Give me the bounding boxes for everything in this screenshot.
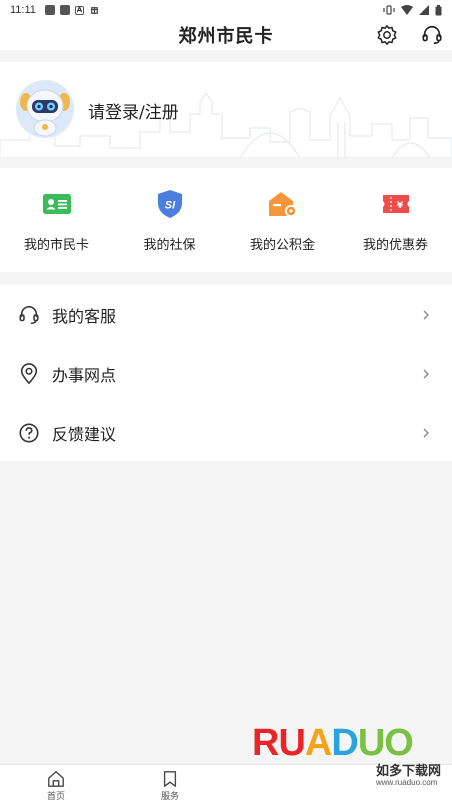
watermark-subtitle: 如多下载网: [376, 764, 442, 779]
gear-icon: [377, 25, 397, 45]
quick-actions: 我的市民卡 SI 我的社保 我的公积金 ¥ 我的优惠券: [0, 168, 452, 272]
chevron-right-icon: [423, 310, 429, 319]
svg-text:¥: ¥: [396, 201, 403, 211]
wifi-icon: [401, 5, 413, 15]
watermark-brand: RUADUO: [252, 722, 414, 764]
avatar[interactable]: [16, 80, 74, 138]
bug-icon: [90, 6, 99, 14]
svg-text:SI: SI: [164, 200, 175, 212]
menu-item-label: 我的客服: [52, 306, 117, 326]
quick-action-label: 我的社保: [143, 238, 196, 253]
font-a-icon: A: [74, 5, 84, 15]
shield-si-icon: SI: [154, 188, 186, 220]
question-circle-icon: [18, 422, 40, 444]
house-coin-icon: [267, 188, 299, 220]
chevron-right-icon: [423, 428, 429, 437]
menu-item-customer-service[interactable]: 我的客服: [0, 285, 452, 344]
battery-icon: [435, 4, 442, 15]
tab-service[interactable]: 服务: [150, 770, 190, 802]
location-pin-icon: [18, 362, 40, 385]
headset-icon: [18, 304, 40, 326]
settings-button[interactable]: [375, 23, 399, 47]
menu-item-service-outlets[interactable]: 办事网点: [0, 344, 452, 403]
coupon-yen-icon: ¥: [380, 188, 412, 220]
headset-icon: [422, 25, 442, 45]
quick-action-social-security[interactable]: SI 我的社保: [113, 168, 226, 272]
quick-action-citizen-card[interactable]: 我的市民卡: [0, 168, 113, 272]
quick-action-label: 我的优惠券: [362, 238, 428, 253]
quick-action-housing-fund[interactable]: 我的公积金: [226, 168, 339, 272]
watermark-logo: RUADUO 如多下载网 www.ruaduo.com: [252, 722, 452, 805]
notification-square-icon: [44, 5, 55, 15]
menu-item-label: 办事网点: [52, 365, 117, 385]
signal-icon: [419, 5, 429, 15]
status-bar: 11:11 A: [0, 0, 452, 20]
menu-item-label: 反馈建议: [52, 424, 117, 444]
quick-action-label: 我的市民卡: [23, 238, 89, 253]
menu-list: 我的客服 办事网点 反馈建议: [0, 285, 452, 461]
status-time: 11:11: [10, 4, 36, 16]
watermark-url: www.ruaduo.com: [376, 778, 438, 787]
page-title: 郑州市民卡: [178, 26, 274, 47]
vibrate-icon: [383, 5, 395, 15]
home-icon: [48, 771, 64, 787]
robot-mascot-icon: [16, 80, 74, 138]
app-header: 郑州市民卡: [0, 20, 452, 50]
login-register-link[interactable]: 请登录/注册: [88, 98, 179, 123]
quick-action-coupons[interactable]: ¥ 我的优惠券: [339, 168, 452, 272]
tab-label: 首页: [46, 792, 65, 802]
profile-card[interactable]: 请登录/注册: [0, 62, 452, 158]
quick-action-label: 我的公积金: [249, 238, 315, 253]
bookmark-icon: [163, 771, 177, 787]
customer-service-button[interactable]: [420, 23, 444, 47]
menu-item-feedback[interactable]: 反馈建议: [0, 403, 452, 462]
chevron-right-icon: [423, 369, 429, 378]
tab-label: 服务: [160, 792, 179, 802]
id-card-icon: [41, 188, 73, 220]
tab-home[interactable]: 首页: [36, 770, 76, 802]
notification-square-icon: [59, 5, 70, 15]
